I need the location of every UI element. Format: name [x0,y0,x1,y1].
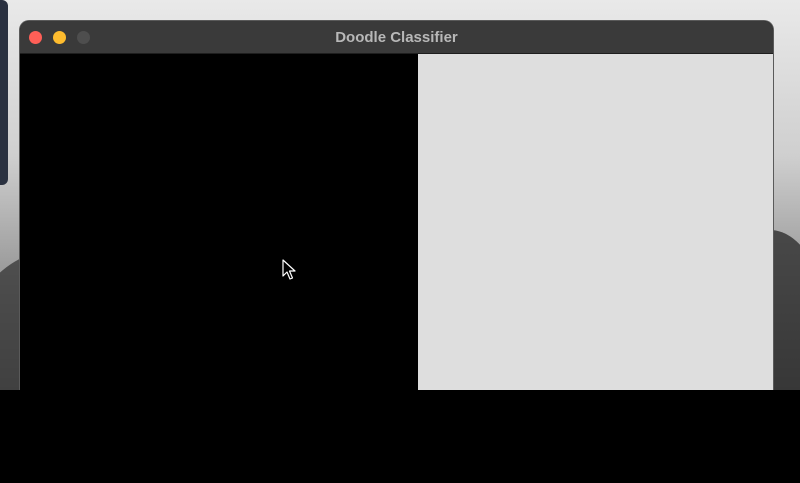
screen-bottom-area [0,390,800,483]
app-window: Doodle Classifier [19,20,774,390]
window-titlebar[interactable]: Doodle Classifier [20,21,773,54]
window-title: Doodle Classifier [335,29,458,46]
drawing-canvas[interactable] [20,54,418,390]
background-window-edge [0,0,8,185]
prediction-panel [418,54,773,390]
arrow-pointer-icon [282,259,296,280]
